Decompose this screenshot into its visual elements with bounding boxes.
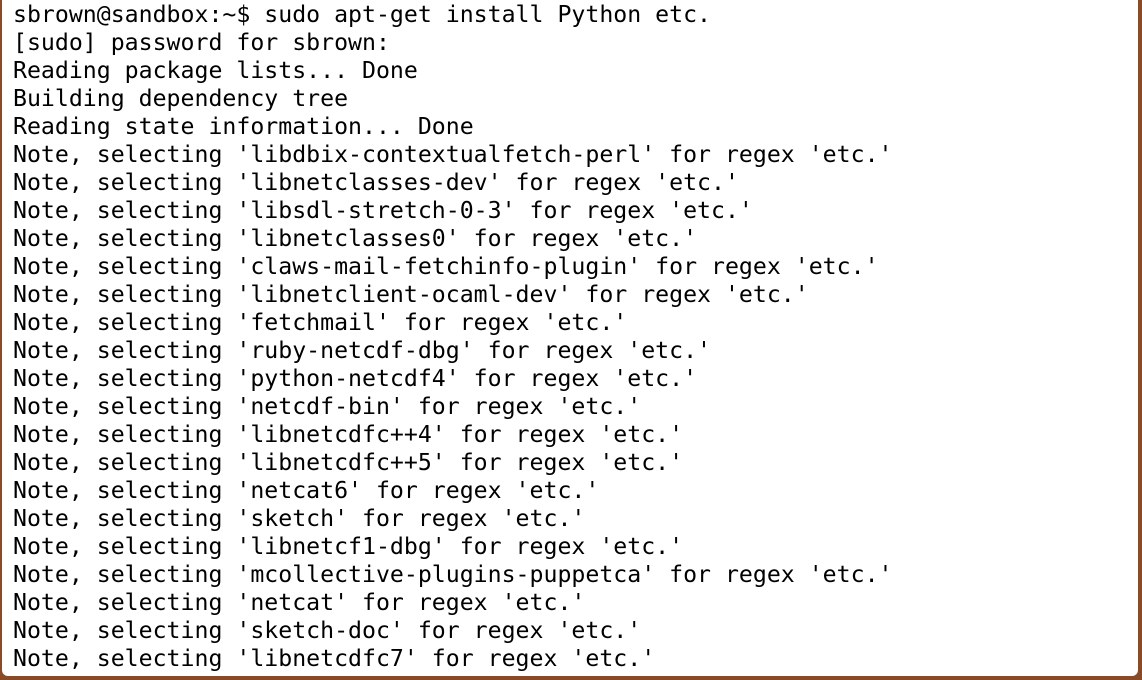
terminal-line: Note, selecting 'libnetcdfc++4' for rege… [13,421,684,448]
terminal-line: Note, selecting 'fetchmail' for regex 'e… [13,309,628,336]
terminal-line: Note, selecting 'ruby-netcdf-dbg' for re… [13,337,712,364]
terminal-line: Note, selecting 'libdbix-contextualfetch… [13,141,893,168]
terminal-line: Reading state information... Done [13,113,474,140]
terminal-line: Note, selecting 'libnetcdfc++5' for rege… [13,449,684,476]
terminal-line: Building dependency tree [13,85,349,112]
terminal-line: Note, selecting 'netcdf-bin' for regex '… [13,393,642,420]
terminal-line: Note, selecting 'libnetclasses-dev' for … [13,169,739,196]
terminal-line: Note, selecting 'libnetcdfc7' for regex … [13,645,656,672]
terminal-line: Note, selecting 'claws-mail-fetchinfo-pl… [13,253,879,280]
terminal-line: [sudo] password for sbrown: [13,29,390,56]
terminal-line: Note, selecting 'netcat' for regex 'etc.… [13,589,586,616]
terminal-window[interactable]: sbrown@sandbox:~$ sudo apt-get install P… [2,0,1138,676]
terminal-line: Reading package lists... Done [13,57,418,84]
terminal-line: Note, selecting 'mcollective-plugins-pup… [13,561,893,588]
prompt-command-line: sbrown@sandbox:~$ sudo apt-get install P… [13,1,712,28]
terminal-line: Note, selecting 'sketch-doc' for regex '… [13,617,642,644]
terminal-output: sbrown@sandbox:~$ sudo apt-get install P… [13,1,892,673]
terminal-line: Note, selecting 'sketch' for regex 'etc.… [13,505,586,532]
terminal-line: Note, selecting 'python-netcdf4' for reg… [13,365,698,392]
terminal-line: Note, selecting 'libnetclasses0' for reg… [13,225,698,252]
terminal-line: Note, selecting 'libnetclient-ocaml-dev'… [13,281,809,308]
terminal-line: Note, selecting 'netcat6' for regex 'etc… [13,477,600,504]
terminal-line: Note, selecting 'libnetcf1-dbg' for rege… [13,533,684,560]
terminal-line: Note, selecting 'libsdl-stretch-0-3' for… [13,197,753,224]
